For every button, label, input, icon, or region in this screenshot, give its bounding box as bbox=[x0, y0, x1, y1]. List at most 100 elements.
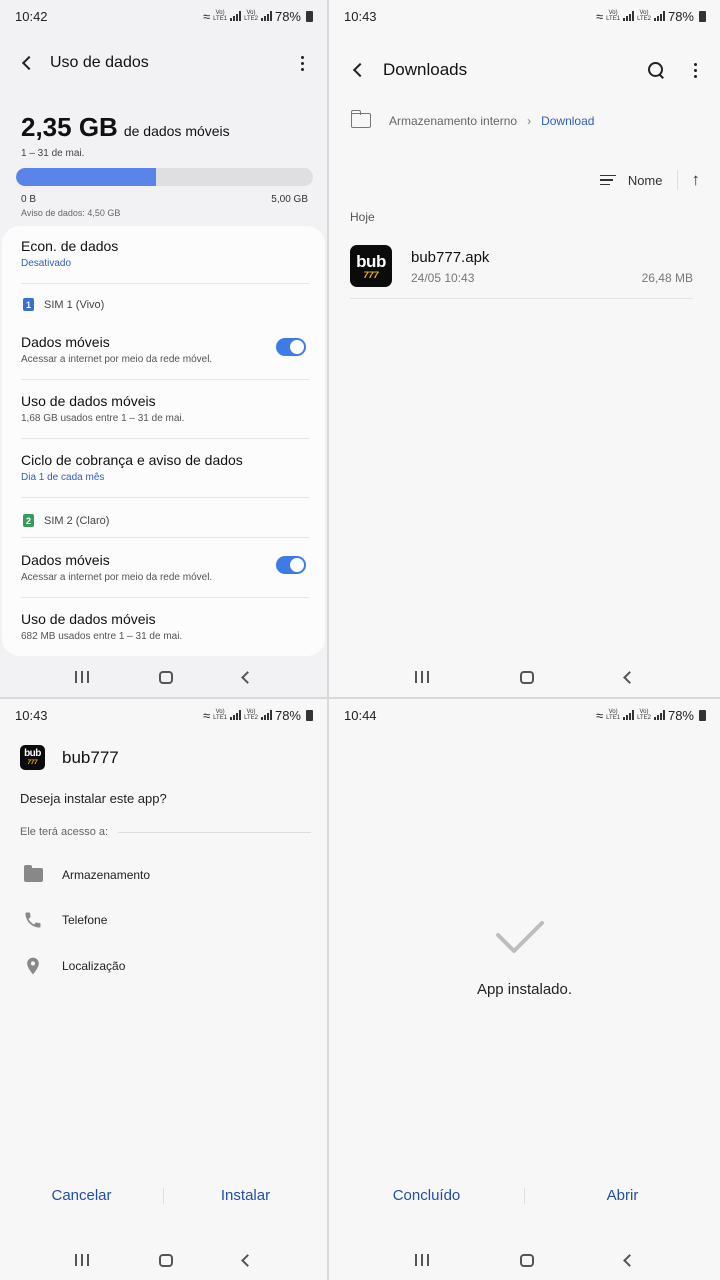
page-title: Uso de dados bbox=[50, 54, 149, 71]
volte-icon: Vo) LTE2 bbox=[244, 709, 258, 721]
sim1-usage-item[interactable]: Uso de dados móveis 1,68 GB usados entre… bbox=[21, 393, 309, 424]
sim2-icon: 2 bbox=[23, 514, 34, 527]
home-icon[interactable] bbox=[519, 670, 534, 684]
location-pin-icon bbox=[22, 955, 44, 977]
sort-ascending-icon[interactable]: ↑ bbox=[692, 170, 701, 190]
navigation-bar bbox=[0, 1240, 327, 1280]
back-arrow-icon[interactable] bbox=[21, 55, 37, 71]
sim2-mobile-data-toggle[interactable] bbox=[276, 556, 306, 574]
volte-icon: Vo) LTE2 bbox=[637, 709, 651, 721]
divider bbox=[21, 497, 309, 498]
permissions-header: Ele terá acesso a: bbox=[20, 826, 311, 838]
settings-card: Econ. de dados Desativado 1 SIM 1 (Vivo)… bbox=[2, 226, 325, 656]
status-icons: ≈ Vo) LTE1 Vo) LTE2 78% bbox=[203, 708, 313, 723]
recent-apps-icon[interactable] bbox=[414, 671, 429, 683]
usage-progress-bar bbox=[16, 168, 313, 186]
volte-icon: Vo) LTE1 bbox=[606, 10, 621, 22]
divider bbox=[21, 597, 309, 598]
install-button[interactable]: Instalar bbox=[164, 1187, 327, 1204]
home-icon[interactable] bbox=[159, 1253, 173, 1267]
status-bar: 10:44 ≈ Vo) LTE1 Vo) LTE2 78% bbox=[329, 699, 720, 731]
sim1-usage-title: Uso de dados móveis bbox=[21, 393, 156, 409]
more-options-icon[interactable] bbox=[688, 62, 702, 78]
billing-cycle-item[interactable]: Ciclo de cobrança e aviso de dados Dia 1… bbox=[21, 452, 309, 483]
recent-apps-icon[interactable] bbox=[75, 671, 89, 683]
data-saver-item[interactable]: Econ. de dados Desativado bbox=[21, 238, 309, 269]
battery-level: 78% bbox=[667, 8, 694, 24]
app-logo-icon: bub 777 bbox=[350, 245, 392, 287]
sort-label[interactable]: Nome bbox=[628, 173, 663, 188]
usage-unit: de dados móveis bbox=[123, 123, 230, 139]
app-bar: Downloads bbox=[349, 56, 702, 84]
signal-icon bbox=[260, 710, 272, 720]
billing-cycle-title: Ciclo de cobrança e aviso de dados bbox=[21, 452, 243, 468]
done-button[interactable]: Concluído bbox=[329, 1187, 524, 1204]
recent-apps-icon[interactable] bbox=[75, 1254, 89, 1266]
battery-level: 78% bbox=[274, 8, 301, 24]
app-name: bub777 bbox=[62, 747, 119, 767]
sort-list-icon[interactable] bbox=[599, 174, 616, 186]
sim1-mobile-data-title: Dados móveis bbox=[21, 334, 110, 350]
signal-icon bbox=[623, 710, 635, 720]
nav-back-icon[interactable] bbox=[241, 670, 254, 684]
sim2-usage-item[interactable]: Uso de dados móveis 682 MB usados entre … bbox=[21, 611, 309, 642]
navigation-bar bbox=[329, 1240, 720, 1280]
more-options-icon[interactable] bbox=[295, 55, 309, 71]
volte-icon: Vo) LTE1 bbox=[213, 10, 228, 22]
permissions-header-label: Ele terá acesso a: bbox=[20, 826, 109, 838]
battery-icon bbox=[699, 10, 706, 22]
logo-text-bottom: 777 bbox=[27, 760, 38, 766]
nav-back-icon[interactable] bbox=[623, 1253, 637, 1267]
status-icons: ≈ Vo) LTE1 Vo) LTE2 78% bbox=[596, 708, 706, 723]
search-icon[interactable] bbox=[648, 62, 664, 78]
wifi-icon: ≈ bbox=[203, 8, 211, 24]
scale-max-label: 5,00 GB bbox=[271, 194, 308, 205]
permission-label: Telefone bbox=[62, 913, 108, 927]
breadcrumb-root[interactable]: Armazenamento interno bbox=[389, 114, 517, 128]
nav-back-icon[interactable] bbox=[241, 1253, 254, 1267]
usage-summary: 2,35 GB de dados móveis bbox=[21, 112, 230, 143]
battery-level: 78% bbox=[274, 707, 301, 723]
usage-value: 2,35 GB bbox=[21, 112, 118, 142]
status-time: 10:44 bbox=[344, 707, 377, 723]
status-bar: 10:42 ≈ Vo) LTE1 Vo) LTE2 78% bbox=[0, 0, 327, 32]
volte-icon: Vo) LTE1 bbox=[213, 709, 228, 721]
home-icon[interactable] bbox=[159, 670, 173, 684]
signal-icon bbox=[260, 11, 272, 21]
status-bar: 10:43 ≈ Vo) LTE1 Vo) LTE2 78% bbox=[329, 0, 720, 32]
sim2-mobile-data-item[interactable]: Dados móveis Acessar a internet por meio… bbox=[21, 552, 309, 583]
divider bbox=[350, 298, 693, 299]
sim1-label: SIM 1 (Vivo) bbox=[44, 298, 105, 311]
sim1-mobile-data-toggle[interactable] bbox=[276, 338, 306, 356]
home-icon[interactable] bbox=[519, 1253, 534, 1267]
logo-text-bottom: 777 bbox=[363, 269, 379, 280]
scale-min-label: 0 B bbox=[21, 194, 37, 205]
permission-storage: Armazenamento bbox=[22, 864, 150, 886]
breadcrumb-current[interactable]: Download bbox=[541, 114, 594, 128]
data-usage-screen: 10:42 ≈ Vo) LTE1 Vo) LTE2 78% Uso de dados… bbox=[0, 0, 327, 697]
phone-icon bbox=[22, 909, 44, 931]
chevron-right-icon: › bbox=[527, 113, 532, 128]
install-prompt-screen: 10:43 ≈ Vo) LTE1 Vo) LTE2 78% bub 777 bub7… bbox=[0, 699, 327, 1280]
usage-progress-fill bbox=[16, 168, 156, 186]
back-arrow-icon[interactable] bbox=[352, 62, 368, 78]
divider bbox=[676, 170, 678, 190]
install-success-message: App instalado. bbox=[476, 981, 573, 998]
recent-apps-icon[interactable] bbox=[414, 1254, 429, 1266]
sim2-label: SIM 2 (Claro) bbox=[44, 514, 110, 527]
sim2-mobile-data-title: Dados móveis bbox=[21, 552, 110, 568]
divider bbox=[21, 283, 309, 284]
sim1-mobile-data-item[interactable]: Dados móveis Acessar a internet por meio… bbox=[21, 334, 309, 365]
nav-back-icon[interactable] bbox=[623, 670, 637, 684]
open-button[interactable]: Abrir bbox=[525, 1187, 720, 1204]
cancel-button[interactable]: Cancelar bbox=[0, 1187, 163, 1204]
signal-icon bbox=[623, 11, 635, 21]
navigation-bar bbox=[0, 657, 327, 697]
volte-icon: Vo) LTE1 bbox=[606, 709, 621, 721]
file-size: 26,48 MB bbox=[641, 271, 693, 285]
status-time: 10:42 bbox=[15, 8, 48, 24]
file-item[interactable]: bub 777 bub777.apk 24/05 10:43 26,48 MB bbox=[350, 245, 693, 300]
battery-level: 78% bbox=[667, 707, 694, 723]
folder-icon bbox=[22, 864, 44, 886]
divider bbox=[21, 537, 309, 538]
